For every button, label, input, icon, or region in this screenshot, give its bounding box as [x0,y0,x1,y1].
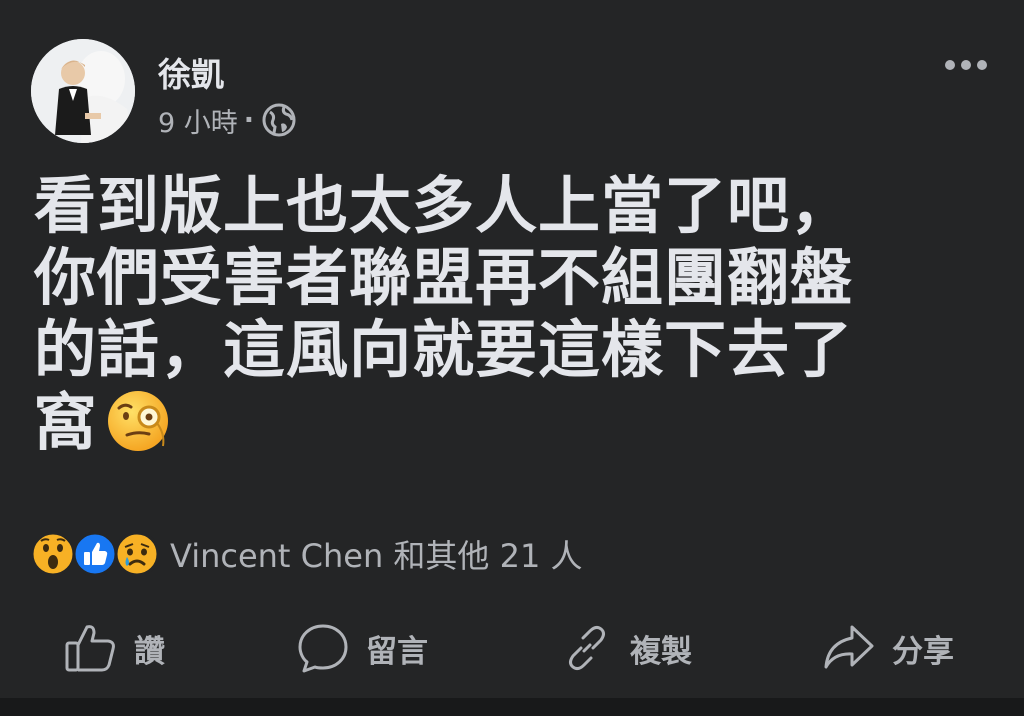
avatar-image [31,39,135,143]
reaction-icons [30,531,160,577]
post-content-line: 你們受害者聯盟再不組團翻盤 [34,241,854,314]
post-content: 看到版上也太多人上當了吧， 你們受害者聯盟再不組團翻盤 的話，這風向就要這樣下去… [34,170,994,459]
post-content-last-line: 窩 [34,386,994,459]
post-content-line: 窩 [34,386,98,459]
author-avatar[interactable] [31,39,135,143]
meta-separator: · [243,104,255,136]
thumbs-up-icon [65,625,115,672]
post-action-bar: 讚 留言 複製 分享 [0,615,1024,681]
bottom-divider [0,698,1024,716]
copy-label: 複製 [630,633,692,670]
sad-reaction-icon [114,531,160,577]
post-content-line: 看到版上也太多人上當了吧， [34,169,854,242]
post-time[interactable]: 9 小時 [158,101,238,140]
copy-link-button[interactable]: 複製 [560,615,692,681]
more-options-button[interactable] [940,50,992,80]
reaction-summary-text: Vincent Chen 和其他 21 人 [170,537,583,575]
author-name[interactable]: 徐凱 [158,48,224,96]
like-label: 讚 [134,633,165,670]
post-meta: 9 小時 · [158,101,296,139]
share-arrow-icon [824,625,874,669]
comment-button[interactable]: 留言 [296,615,428,681]
comment-label: 留言 [366,633,428,670]
reactions-summary[interactable]: Vincent Chen 和其他 21 人 [30,531,582,577]
link-icon [569,625,605,671]
face-with-monocle-emoji [105,386,175,456]
wow-reaction-icon [30,531,76,577]
comment-bubble-icon [298,624,348,673]
post-content-line: 的話，這風向就要這樣下去了 [34,313,854,386]
post-card: 徐凱 9 小時 · 看到版上也太多人上當了吧， 你們受害者聯盟再不組團翻盤 的話… [0,0,1024,716]
like-reaction-icon [72,531,118,577]
like-button[interactable]: 讚 [64,615,165,681]
globe-icon [262,103,296,137]
share-button[interactable]: 分享 [822,615,954,681]
share-label: 分享 [892,633,954,670]
more-dots-icon [945,60,987,70]
